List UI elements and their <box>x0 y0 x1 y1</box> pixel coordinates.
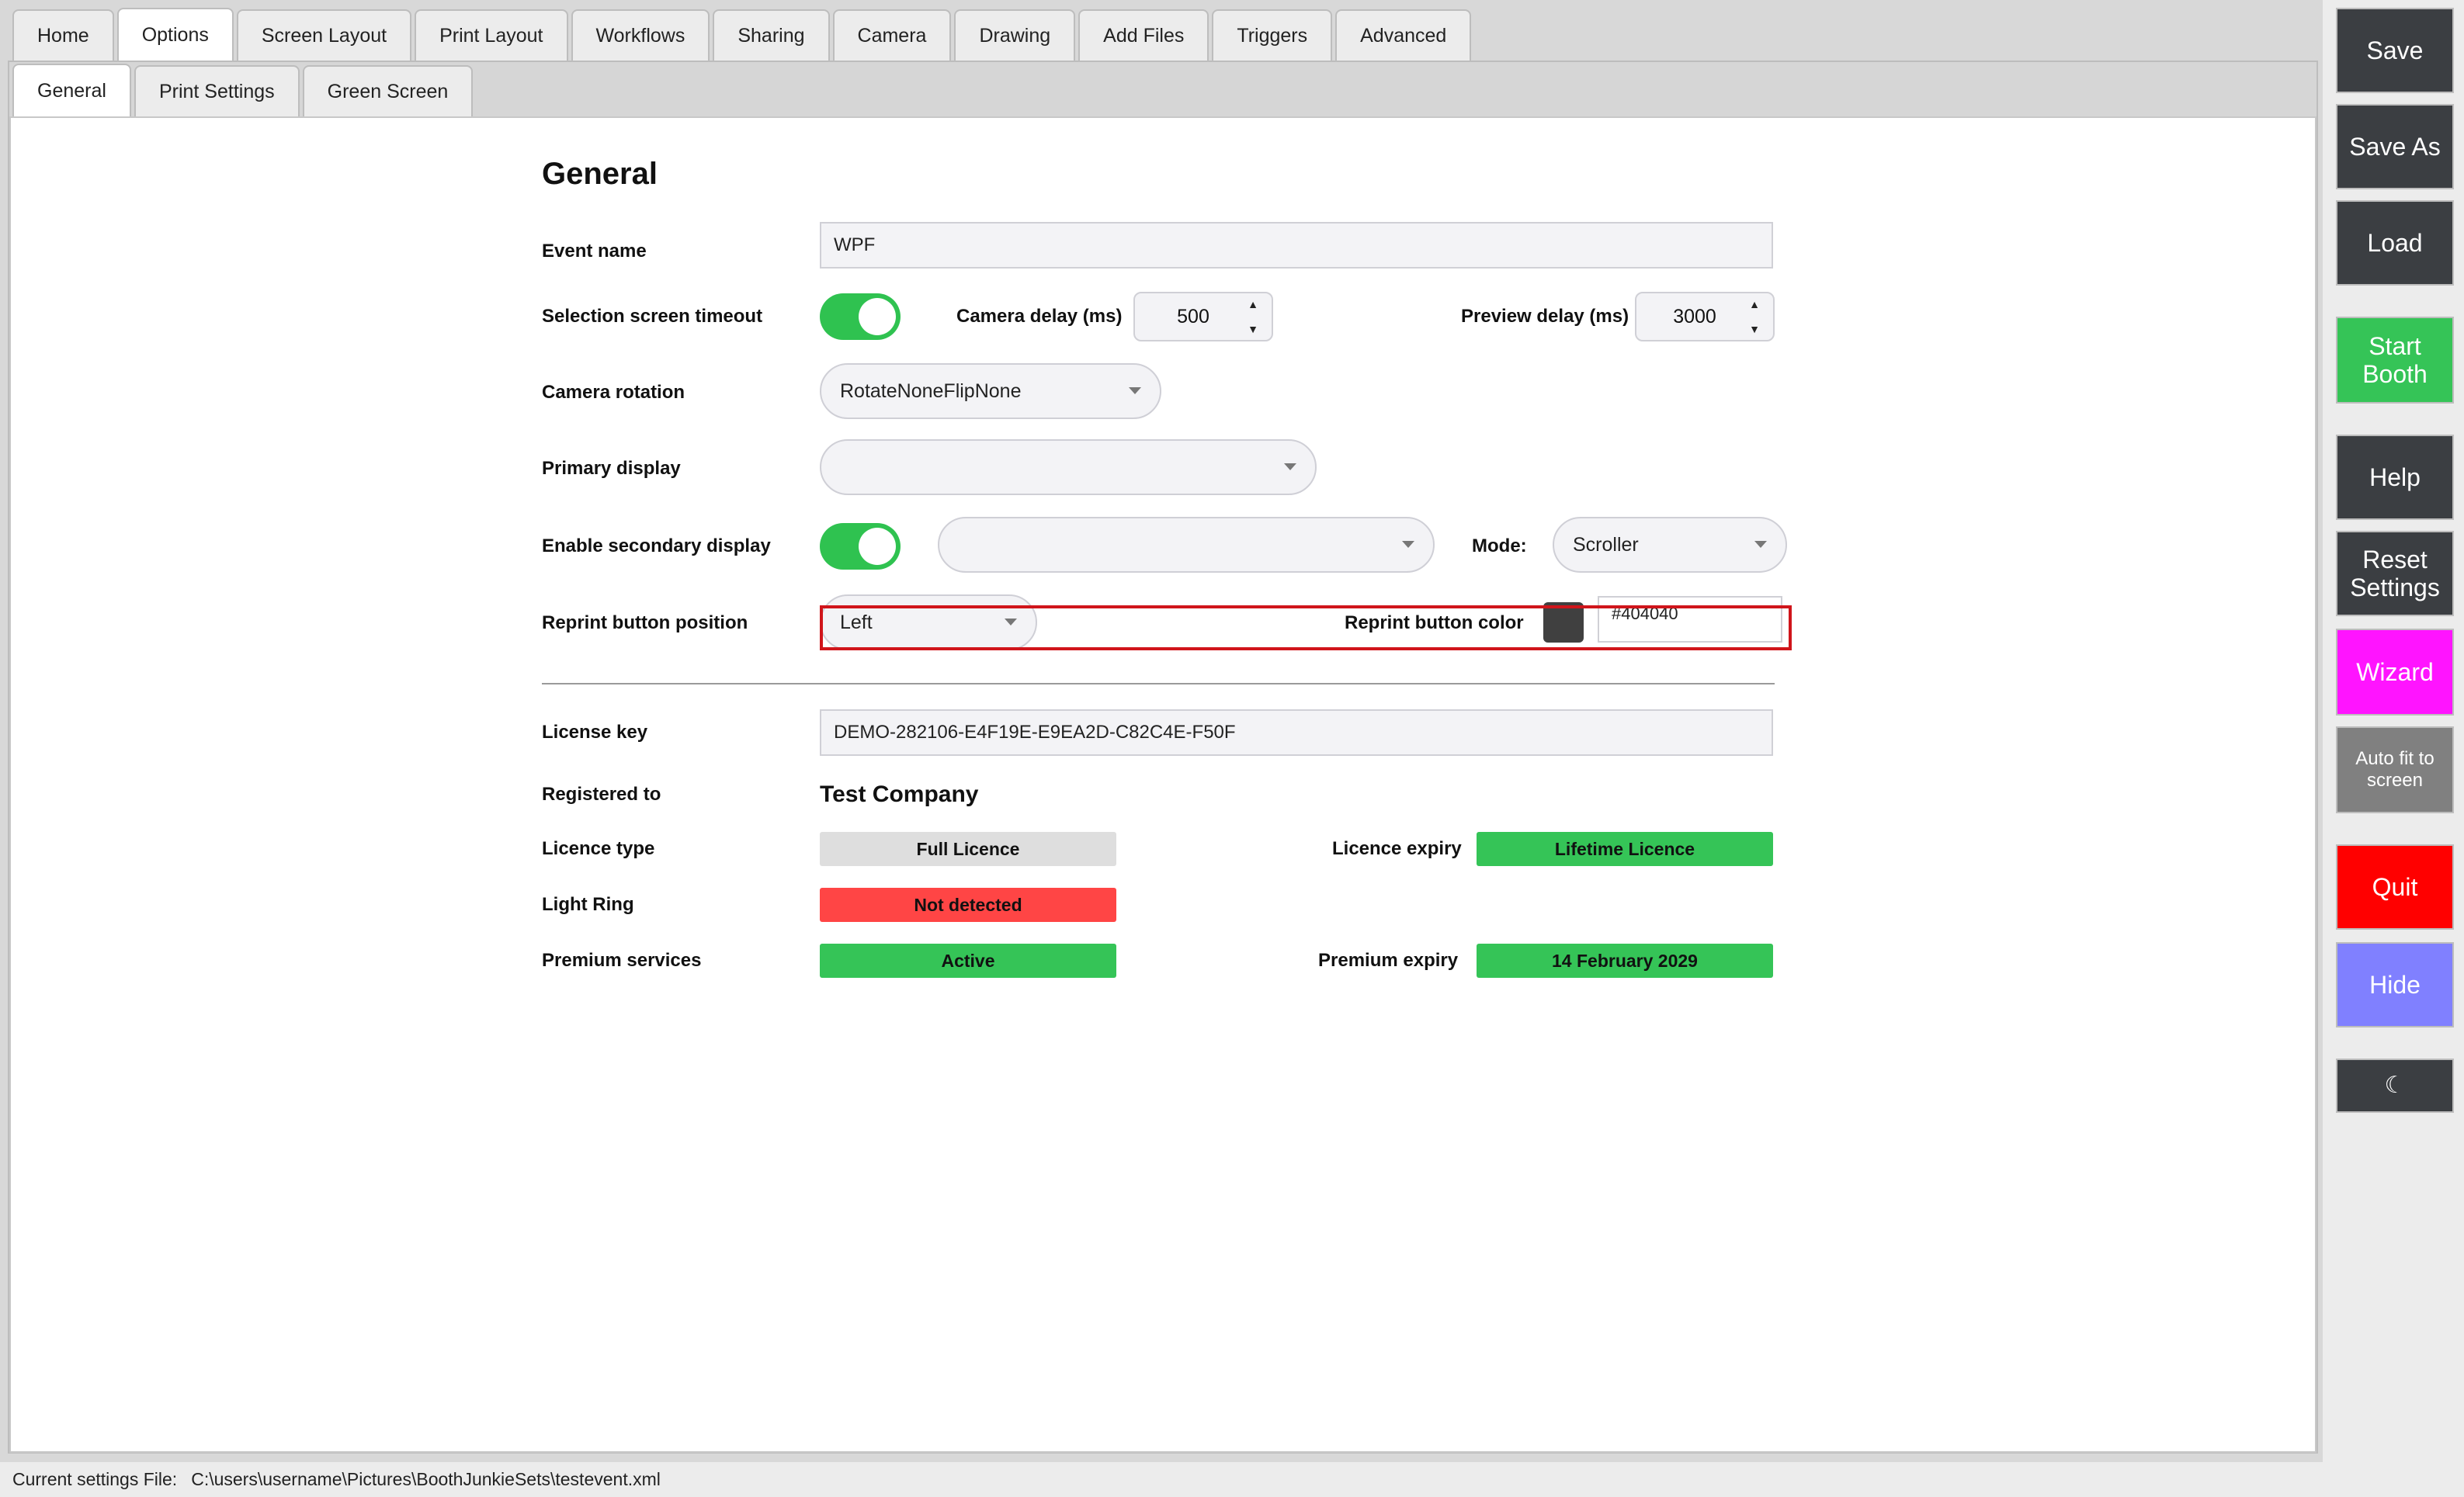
page-title: General <box>542 157 658 191</box>
light-ring-label: Light Ring <box>542 894 634 915</box>
tab-drawing[interactable]: Drawing <box>954 9 1076 61</box>
status-bar: Current settings File: C:\users\username… <box>0 1462 2464 1497</box>
general-content: General Event name WPF Selection screen … <box>9 116 2317 1453</box>
event-name-input[interactable]: WPF <box>820 222 1773 269</box>
section-divider <box>542 683 1775 684</box>
toggle-knob <box>859 528 896 565</box>
camera-delay-label: Camera delay (ms) <box>956 306 1123 327</box>
subtab-general[interactable]: General <box>12 64 131 116</box>
auto-fit-button[interactable]: Auto fit to screen <box>2336 726 2454 813</box>
camera-delay-stepper[interactable]: 500 ▲ ▼ <box>1133 292 1273 341</box>
settings-file-path: C:\users\username\Pictures\BoothJunkieSe… <box>191 1469 661 1489</box>
reprint-position-value: Left <box>840 611 873 633</box>
reset-settings-button[interactable]: Reset Settings <box>2336 531 2454 616</box>
premium-expiry-label: Premium expiry <box>1318 950 1459 971</box>
premium-expiry-badge: 14 February 2029 <box>1477 944 1773 978</box>
tab-print-layout[interactable]: Print Layout <box>415 9 568 61</box>
camera-rotation-dropdown[interactable]: RotateNoneFlipNone <box>820 363 1161 419</box>
license-key-input[interactable]: DEMO-282106-E4F19E-E9EA2D-C82C4E-F50F <box>820 709 1773 756</box>
reprint-position-dropdown[interactable]: Left <box>820 594 1037 650</box>
mode-dropdown[interactable]: Scroller <box>1553 517 1787 573</box>
mode-value: Scroller <box>1573 533 1639 556</box>
chevron-down-icon <box>1005 619 1017 625</box>
stepper-arrows-icon[interactable]: ▲ ▼ <box>1245 298 1261 335</box>
subtab-green-screen[interactable]: Green Screen <box>302 65 474 116</box>
camera-rotation-value: RotateNoneFlipNone <box>840 379 1022 402</box>
reprint-color-swatch[interactable] <box>1543 602 1584 643</box>
hide-button[interactable]: Hide <box>2336 942 2454 1027</box>
tab-workflows[interactable]: Workflows <box>571 9 710 61</box>
selection-timeout-toggle[interactable] <box>820 293 901 340</box>
tab-home[interactable]: Home <box>12 9 114 61</box>
light-ring-badge: Not detected <box>820 888 1116 922</box>
secondary-display-dropdown[interactable] <box>938 517 1435 573</box>
license-key-label: License key <box>542 722 648 743</box>
save-as-button[interactable]: Save As <box>2336 104 2454 189</box>
premium-services-badge: Active <box>820 944 1116 978</box>
chevron-down-icon <box>1402 541 1414 548</box>
sub-tabbar: General Print Settings Green Screen <box>12 64 474 116</box>
tab-screen-layout[interactable]: Screen Layout <box>236 9 412 61</box>
licence-type-badge: Full Licence <box>820 832 1116 866</box>
preview-delay-label: Preview delay (ms) <box>1461 306 1629 327</box>
tab-camera[interactable]: Camera <box>832 9 952 61</box>
main-tabbar: Home Options Screen Layout Print Layout … <box>12 8 1472 61</box>
licence-expiry-badge: Lifetime Licence <box>1477 832 1773 866</box>
premium-services-label: Premium services <box>542 950 702 971</box>
primary-display-label: Primary display <box>542 458 681 479</box>
secondary-display-toggle[interactable] <box>820 523 901 570</box>
tab-sharing[interactable]: Sharing <box>713 9 830 61</box>
selection-timeout-label: Selection screen timeout <box>542 306 763 327</box>
event-name-label: Event name <box>542 241 647 262</box>
preview-delay-stepper[interactable]: 3000 ▲ ▼ <box>1635 292 1775 341</box>
save-button[interactable]: Save <box>2336 8 2454 93</box>
mode-label: Mode: <box>1472 535 1527 556</box>
tab-add-files[interactable]: Add Files <box>1078 9 1209 61</box>
primary-display-dropdown[interactable] <box>820 439 1317 495</box>
registered-to-value: Test Company <box>820 781 979 807</box>
subtab-print-settings[interactable]: Print Settings <box>134 65 300 116</box>
quit-button[interactable]: Quit <box>2336 844 2454 930</box>
toggle-knob <box>859 298 896 335</box>
moon-icon[interactable]: ☾ <box>2336 1059 2454 1113</box>
start-booth-button[interactable]: Start Booth <box>2336 317 2454 404</box>
licence-expiry-label: Licence expiry <box>1332 838 1462 859</box>
reprint-color-input[interactable]: #404040 <box>1598 596 1782 643</box>
help-button[interactable]: Help <box>2336 435 2454 520</box>
stepper-arrows-icon[interactable]: ▲ ▼ <box>1747 298 1762 335</box>
tab-triggers[interactable]: Triggers <box>1212 9 1333 61</box>
wizard-button[interactable]: Wizard <box>2336 629 2454 716</box>
camera-rotation-label: Camera rotation <box>542 382 685 403</box>
chevron-down-icon <box>1754 541 1767 548</box>
tab-advanced[interactable]: Advanced <box>1335 9 1472 61</box>
load-button[interactable]: Load <box>2336 200 2454 286</box>
secondary-display-label: Enable secondary display <box>542 535 771 556</box>
licence-type-label: Licence type <box>542 838 655 859</box>
tab-options[interactable]: Options <box>116 8 234 61</box>
reprint-position-label: Reprint button position <box>542 612 748 633</box>
chevron-down-icon <box>1284 463 1296 470</box>
status-label: Current settings File: <box>12 1469 178 1489</box>
registered-to-label: Registered to <box>542 784 661 805</box>
chevron-down-icon <box>1129 387 1141 394</box>
reprint-color-label: Reprint button color <box>1345 612 1524 633</box>
